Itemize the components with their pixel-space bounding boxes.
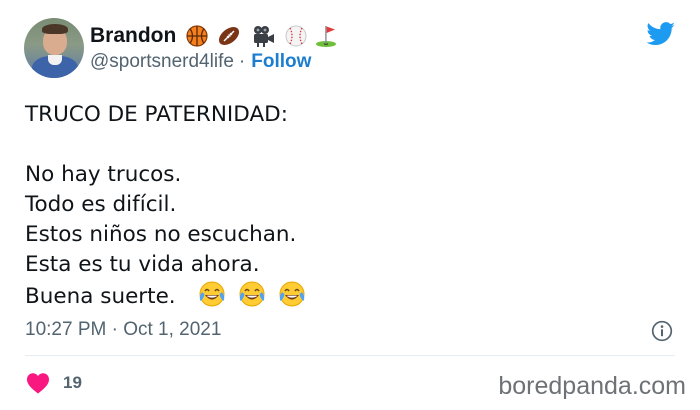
author-handle-row: @sportsnerd4life · Follow (90, 51, 311, 73)
tweet-line: Esta es tu vida ahora. (25, 252, 260, 277)
avatar-hair (42, 24, 68, 34)
tweet-body: TRUCO DE PATERNIDAD: No hay trucos. Todo… (25, 100, 306, 310)
face-with-tears-of-joy-icon (238, 280, 266, 308)
like-count: 19 (63, 373, 82, 392)
tweet-line: Estos niños no escuchan. (25, 222, 297, 247)
divider (25, 355, 675, 356)
tweet-line: TRUCO DE PATERNIDAD: (25, 102, 288, 127)
movie-camera-icon (251, 25, 275, 47)
face-with-tears-of-joy-icon (198, 280, 226, 308)
author-name-row: Brandon (90, 22, 337, 50)
author-handle[interactable]: @sportsnerd4life (90, 51, 234, 72)
follow-button[interactable]: Follow (251, 51, 311, 72)
face-with-tears-of-joy-icon (278, 280, 306, 308)
avatar-collar (48, 55, 62, 65)
separator-dot: · (238, 51, 246, 72)
avatar[interactable] (24, 18, 84, 78)
american-football-icon (217, 25, 241, 47)
tweet-line: Todo es difícil. (25, 192, 177, 217)
heart-icon[interactable] (26, 372, 50, 394)
basketball-icon (186, 25, 208, 47)
watermark: boredpanda.com (498, 372, 686, 400)
author-name[interactable]: Brandon (90, 24, 176, 48)
tweet-timestamp[interactable]: 10:27 PM · Oct 1, 2021 (25, 319, 221, 341)
tweet-last-line: Buena suerte. (25, 280, 306, 310)
twitter-bird-icon[interactable] (646, 22, 676, 46)
baseball-icon (285, 25, 307, 47)
tweet-line: Buena suerte. (25, 284, 176, 309)
tweet-line: No hay trucos. (25, 162, 182, 187)
golf-flag-icon (315, 25, 337, 47)
info-icon[interactable] (651, 320, 673, 342)
